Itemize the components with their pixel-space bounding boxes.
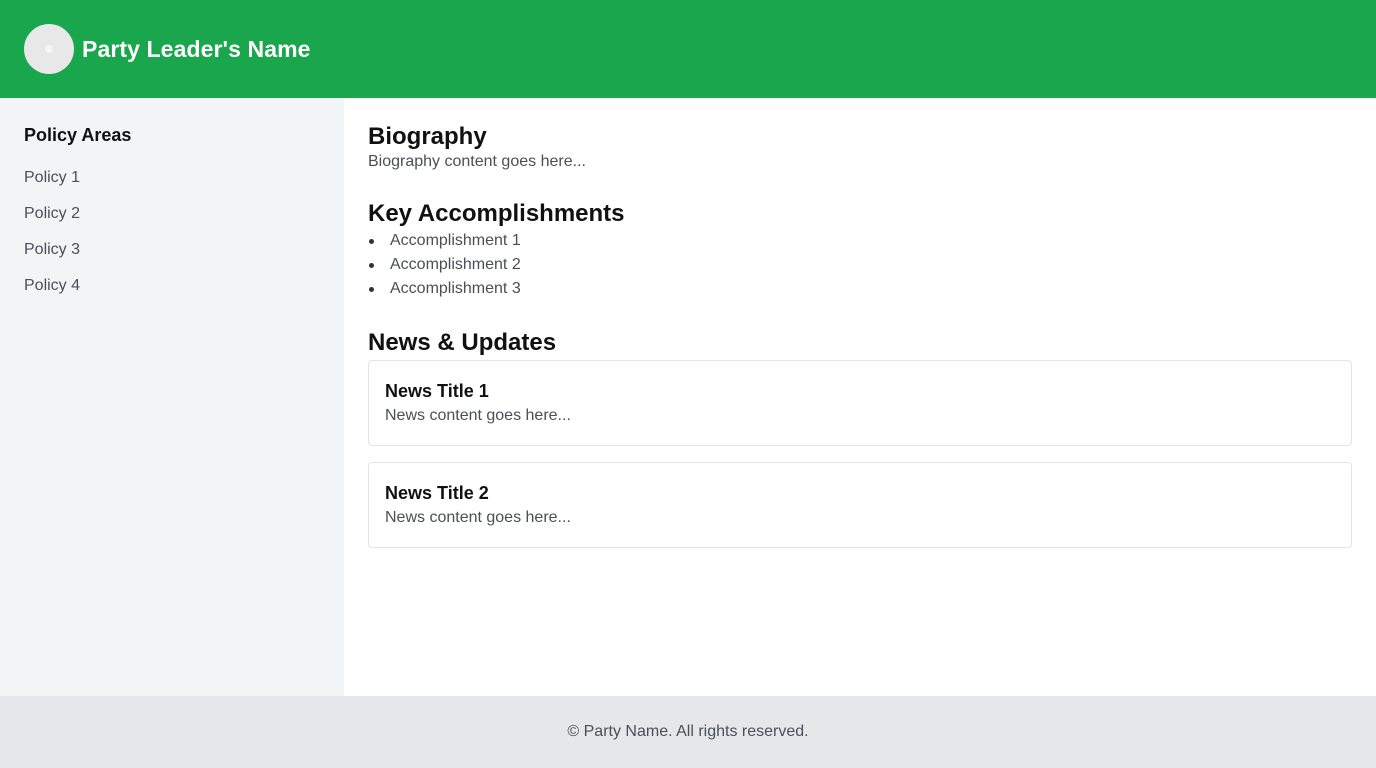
biography-title: Biography [368,123,487,150]
bullet-icon [369,239,374,244]
sidebar-item-policy-3[interactable]: Policy 3 [24,240,320,276]
biography-text: Biography content goes here... [368,153,586,170]
news-card[interactable]: News Title 1 News content goes here... [368,360,1352,446]
biography-section: Biography Biography content goes here... [368,122,1352,172]
site-footer: © Party Name. All rights reserved. [0,696,1376,768]
news-card[interactable]: News Title 2 News content goes here... [368,462,1352,548]
news-section: News & Updates News Title 1 News content… [368,328,1352,548]
accomplishment-text: Accomplishment 3 [390,280,521,297]
accomplishments-section: Key Accomplishments Accomplishment 1 Acc… [368,199,1352,301]
copyright-text: © Party Name. All rights reserved. [567,723,809,740]
accomplishment-text: Accomplishment 1 [390,232,521,249]
news-card-text: News content goes here... [385,407,571,424]
page: Party Leader's Name Policy Areas Policy … [0,0,1376,768]
main-content: Biography Biography content goes here...… [344,98,1376,696]
list-item: Accomplishment 2 [368,253,1352,277]
news-card-title: News Title 2 [385,483,489,503]
accomplishments-title: Key Accomplishments [368,200,625,227]
bullet-icon [369,263,374,268]
accomplishments-list: Accomplishment 1 Accomplishment 2 Accomp… [368,229,1352,301]
news-title: News & Updates [368,329,557,356]
list-item: Accomplishment 1 [368,229,1352,253]
list-item: Accomplishment 3 [368,277,1352,301]
news-card-title: News Title 1 [385,381,489,401]
accomplishment-text: Accomplishment 2 [390,256,521,273]
bullet-icon [369,287,374,292]
leader-avatar[interactable] [24,24,74,74]
policy-list: Policy 1 Policy 2 Policy 3 Policy 4 [24,168,320,312]
site-header: Party Leader's Name [0,0,1376,98]
user-avatar-icon [45,45,53,53]
sidebar-item-policy-1[interactable]: Policy 1 [24,168,320,204]
sidebar-heading: Policy Areas [24,125,132,145]
sidebar-item-policy-4[interactable]: Policy 4 [24,276,320,312]
leader-name-title: Party Leader's Name [82,35,311,62]
sidebar-item-policy-2[interactable]: Policy 2 [24,204,320,240]
sidebar: Policy Areas Policy 1 Policy 2 Policy 3 … [0,98,344,696]
news-card-text: News content goes here... [385,509,571,526]
content-row: Policy Areas Policy 1 Policy 2 Policy 3 … [0,98,1376,696]
